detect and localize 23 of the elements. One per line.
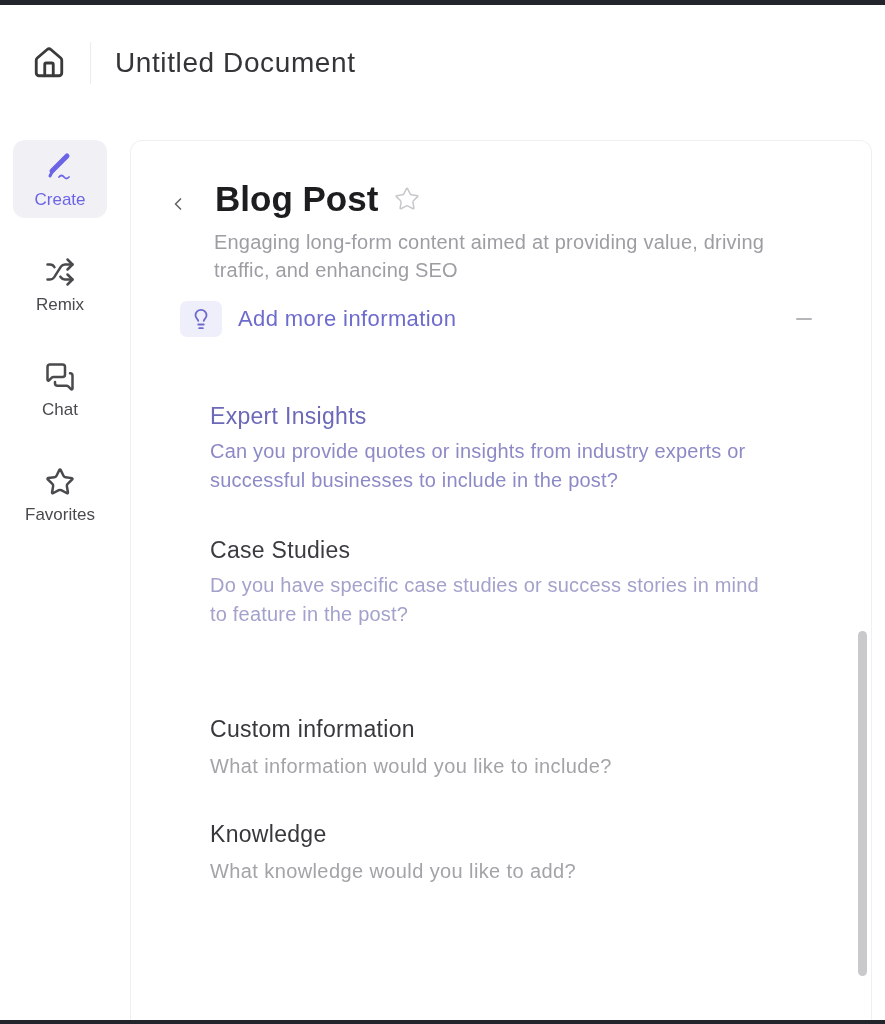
suggestion-title[interactable]: Expert Insights <box>210 401 367 431</box>
sidebar-nav-item[interactable]: Chat <box>13 350 107 428</box>
sidebar-nav-item[interactable]: Create <box>13 140 107 218</box>
input-field[interactable]: What knowledge would you like to add? <box>210 856 810 886</box>
page-description: Engaging long-form content aimed at providing value, driving traffic, and enhancing SEO <box>214 230 766 283</box>
suggestion-question: Can you provide quotes or insights from industry experts or successful businesses to include in the post? <box>210 439 747 493</box>
chat-bubbles-icon <box>45 362 75 392</box>
shuffle-icon <box>45 257 75 287</box>
suggestion-question: Do you have specific case studies or success stories in mind to feature in the post? <box>210 573 760 627</box>
suggestion-title[interactable]: Case Studies <box>210 535 351 565</box>
scrollbar-thumb[interactable] <box>858 631 867 976</box>
star-icon <box>45 467 75 497</box>
home-icon <box>32 45 66 80</box>
document-title: Untitled Document <box>115 46 356 79</box>
lightbulb-icon <box>180 301 222 337</box>
sidebar-nav-item[interactable]: Remix <box>13 245 107 323</box>
field-label: Knowledge <box>210 820 327 849</box>
page-title: Blog Post <box>215 178 379 220</box>
sidebar-nav-item[interactable]: Favorites <box>13 455 107 533</box>
field-label: Custom information <box>210 715 415 744</box>
input-field[interactable]: What information would you like to include? <box>210 751 810 781</box>
add-more-toggle[interactable]: Add more information <box>180 300 812 338</box>
star-icon[interactable] <box>394 186 421 212</box>
